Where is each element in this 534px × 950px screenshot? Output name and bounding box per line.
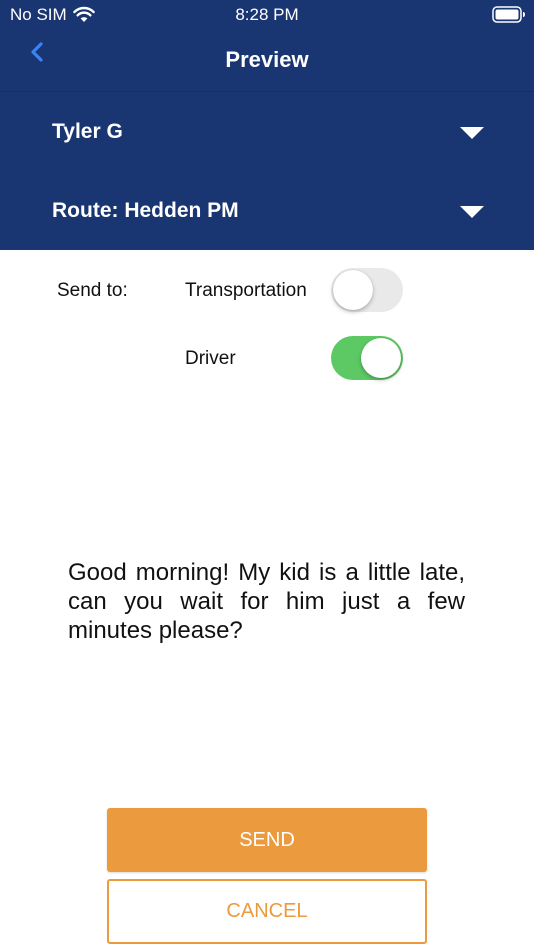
message-text: Good morning! My kid is a little late, c… <box>68 559 465 644</box>
cancel-button[interactable]: CANCEL <box>107 879 427 944</box>
transportation-label: Transportation <box>185 280 307 301</box>
app-screen: No SIM 8:28 PM Preview Tyler G Route: He… <box>0 0 534 950</box>
header: No SIM 8:28 PM Preview Tyler G Route: He… <box>0 0 534 250</box>
nav-bar: Preview <box>0 30 534 90</box>
status-bar: No SIM 8:28 PM <box>0 0 534 30</box>
send-button[interactable]: SEND <box>107 808 427 872</box>
toggle-knob <box>361 338 401 378</box>
send-to-label: Send to: <box>57 280 128 301</box>
route-selector-label: Route: Hedden PM <box>52 199 239 222</box>
triangle-down-icon <box>460 206 484 218</box>
person-selector-label: Tyler G <box>52 120 123 143</box>
page-title: Preview <box>225 47 309 72</box>
nav-divider <box>0 91 534 92</box>
status-time: 8:28 PM <box>235 5 299 24</box>
driver-label: Driver <box>185 348 236 369</box>
triangle-down-icon <box>460 127 484 139</box>
route-selector[interactable]: Route: Hedden PM <box>0 182 534 238</box>
person-selector[interactable]: Tyler G <box>0 103 534 159</box>
transportation-toggle[interactable] <box>331 268 403 312</box>
toggle-knob <box>333 270 373 310</box>
battery-icon <box>492 6 525 23</box>
driver-toggle[interactable] <box>331 336 403 380</box>
